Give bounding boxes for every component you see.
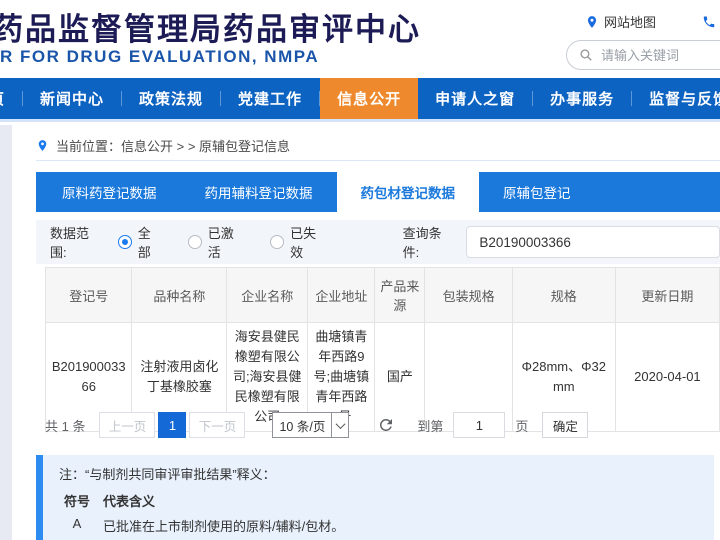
tab-bar: 原料药登记数据 药用辅料登记数据 药包材登记数据 原辅包登记 [36, 172, 720, 212]
goto-page-input[interactable] [453, 412, 505, 438]
query-input[interactable] [466, 226, 720, 258]
nav-item-info-disclosure[interactable]: 信息公开 [320, 78, 418, 119]
nav-item-party[interactable]: 党建工作 [221, 78, 319, 119]
tab-packaging-data[interactable]: 药包材登记数据 [337, 172, 480, 212]
radio-icon [188, 235, 202, 249]
breadcrumb-divider [36, 160, 720, 161]
note-symbol: A [59, 516, 95, 535]
search-icon [579, 48, 593, 62]
pagination: 共 1 条 上一页 1 下一页 10 条/页 到第 页 确定 [45, 412, 588, 438]
col-packaging-spec: 包装规格 [425, 268, 512, 323]
table-header-row: 登记号 品种名称 企业名称 企业地址 产品来源 包装规格 规格 更新日期 [46, 268, 720, 323]
nav-item-services[interactable]: 办事服务 [533, 78, 631, 119]
page-edge-strip [0, 125, 12, 540]
note-title: 注：“与制剂共同审评审批结果”释义： [59, 464, 704, 483]
nav-item-policy[interactable]: 政策法规 [122, 78, 220, 119]
query-condition-label: 查询条件: [403, 223, 457, 261]
site-header: 药品监督管理局药品审评中心 R FOR DRUG EVALUATION, NMP… [0, 0, 720, 78]
radio-icon [270, 235, 284, 249]
radio-all-label: 全部 [138, 223, 162, 261]
col-company-address: 企业地址 [308, 268, 375, 323]
note-item-a: A 已批准在上市制剂使用的原料/辅料/包材。 [59, 516, 704, 535]
note-meaning: 已批准在上市制剂使用的原料/辅料/包材。 [103, 516, 344, 535]
refresh-button[interactable] [377, 416, 395, 434]
nav-item-home[interactable]: 首页 [0, 78, 22, 119]
note-header-row: 符号 代表含义 [59, 491, 704, 510]
confirm-button[interactable]: 确定 [542, 412, 588, 438]
tab-api-data[interactable]: 原料药登记数据 [38, 172, 181, 212]
tab-excipient-data[interactable]: 药用辅料登记数据 [181, 172, 337, 212]
tab-registration[interactable]: 原辅包登记 [479, 172, 595, 212]
page-size-select[interactable]: 10 条/页 [272, 412, 349, 438]
phone-icon [702, 15, 716, 29]
sitemap-link-label: 网站地图 [604, 12, 656, 31]
radio-all[interactable]: 全部 [118, 223, 162, 261]
location-pin-icon [585, 15, 599, 29]
page-size-value: 10 条/页 [273, 416, 331, 435]
location-pin-icon [36, 138, 49, 153]
header-links: 网站地图 联系 [585, 12, 720, 31]
nav-item-news[interactable]: 新闻中心 [23, 78, 121, 119]
breadcrumb-text: 当前位置：信息公开 > > 原辅包登记信息 [56, 136, 290, 155]
site-search[interactable] [566, 40, 720, 70]
breadcrumb: 当前位置：信息公开 > > 原辅包登记信息 [36, 136, 290, 155]
col-company-name: 企业名称 [227, 268, 308, 323]
radio-activated-label: 已激活 [208, 223, 244, 261]
page-root: 药品监督管理局药品审评中心 R FOR DRUG EVALUATION, NMP… [0, 0, 720, 540]
site-title: 药品监督管理局药品审评中心 [0, 4, 421, 49]
chevron-down-icon [331, 413, 348, 437]
col-product-origin: 产品来源 [375, 268, 425, 323]
page-number-1[interactable]: 1 [158, 412, 186, 438]
note-symbol-header: 符号 [59, 491, 95, 510]
sitemap-link[interactable]: 网站地图 [585, 12, 656, 31]
contact-link[interactable]: 联系 [702, 12, 720, 31]
cell-update-date: 2020-04-01 [615, 323, 719, 432]
note-box: 注：“与制剂共同审评审批结果”释义： 符号 代表含义 A 已批准在上市制剂使用的… [36, 455, 714, 540]
note-meaning-header: 代表含义 [103, 491, 155, 510]
prev-page-button[interactable]: 上一页 [99, 412, 155, 438]
radio-expired-label: 已失效 [290, 223, 326, 261]
radio-expired[interactable]: 已失效 [270, 223, 326, 261]
registration-table: 登记号 品种名称 企业名称 企业地址 产品来源 包装规格 规格 更新日期 B20… [45, 267, 720, 432]
col-spec: 规格 [512, 268, 615, 323]
radio-activated[interactable]: 已激活 [188, 223, 244, 261]
nav-item-supervision[interactable]: 监督与反馈 [632, 78, 720, 119]
site-subtitle-en: R FOR DRUG EVALUATION, NMPA [0, 47, 319, 67]
radio-icon [118, 235, 132, 249]
scope-radio-group: 全部 已激活 已失效 [118, 223, 327, 261]
goto-page-suffix: 页 [515, 416, 528, 435]
nav-item-applicant[interactable]: 申请人之窗 [418, 78, 532, 119]
total-count: 共 1 条 [45, 416, 85, 435]
refresh-icon [377, 416, 395, 434]
filter-bar: 数据范围: 全部 已激活 已失效 查询条件: [36, 220, 720, 264]
next-page-button[interactable]: 下一页 [189, 412, 245, 438]
goto-page-label: 到第 [417, 416, 443, 435]
main-nav: 首页 新闻中心 政策法规 党建工作 信息公开 申请人之窗 办事服务 监督与反馈 [0, 78, 720, 122]
data-scope-label: 数据范围: [50, 223, 104, 261]
search-input[interactable] [601, 48, 720, 63]
col-update-date: 更新日期 [615, 268, 719, 323]
col-registration-no: 登记号 [46, 268, 132, 323]
col-product-name: 品种名称 [132, 268, 227, 323]
nav-inner: 首页 新闻中心 政策法规 党建工作 信息公开 申请人之窗 办事服务 监督与反馈 [0, 78, 720, 119]
